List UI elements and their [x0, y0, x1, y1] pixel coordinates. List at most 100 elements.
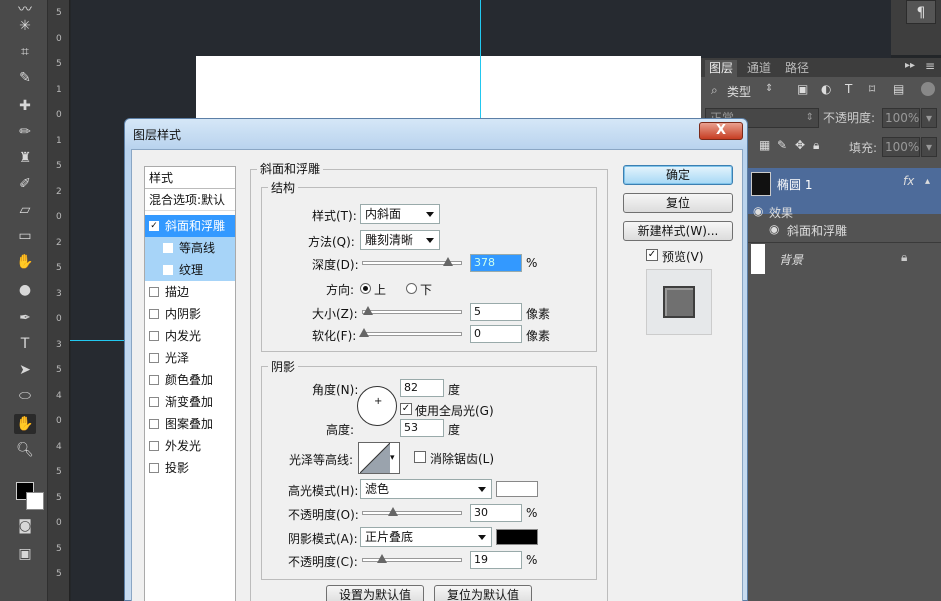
style-checkbox[interactable]	[149, 441, 159, 451]
history-brush-icon[interactable]: ✐	[14, 174, 36, 194]
fill-input[interactable]: 100%	[882, 137, 920, 157]
crop-icon[interactable]: ⌗	[14, 42, 36, 62]
direction-up-radio[interactable]	[360, 283, 371, 294]
highlight-opacity-input[interactable]: 30	[470, 504, 522, 522]
background-layer-name[interactable]: 背景	[779, 251, 803, 268]
style-checkbox[interactable]	[163, 243, 173, 253]
new-style-button[interactable]: 新建样式(W)...	[623, 221, 733, 241]
style-checkbox[interactable]	[163, 265, 173, 275]
style-select[interactable]: 内斜面	[360, 204, 440, 224]
healing-brush-icon[interactable]: ✚	[14, 96, 36, 116]
path-select-icon[interactable]: ➤	[14, 360, 36, 380]
altitude-input[interactable]: 53	[400, 419, 444, 437]
blur-icon[interactable]: ✋	[14, 252, 36, 272]
style-item[interactable]: 描边	[145, 281, 235, 303]
screen-mode-icon[interactable]: ▣	[14, 544, 36, 564]
type-filter-icon[interactable]: T	[845, 82, 852, 96]
highlight-mode-select[interactable]: 滤色	[360, 479, 492, 499]
styles-header[interactable]: 样式	[145, 167, 235, 189]
opacity-dropdown-arrow[interactable]: ▾	[921, 108, 937, 128]
style-checkbox[interactable]	[149, 375, 159, 385]
hand-tool-icon[interactable]: ✋	[14, 414, 36, 434]
lock-transparent-icon[interactable]: ▦	[759, 138, 770, 152]
reset-default-button[interactable]: 复位为默认值	[434, 585, 532, 601]
style-item[interactable]: 投影	[145, 457, 235, 479]
shadow-opacity-thumb[interactable]	[377, 554, 387, 564]
soften-slider[interactable]	[359, 328, 462, 337]
eraser-icon[interactable]: ▱	[14, 200, 36, 220]
smart-filter-icon[interactable]: ▤	[893, 82, 904, 96]
style-item[interactable]: 渐变叠加	[145, 391, 235, 413]
style-checkbox[interactable]	[149, 353, 159, 363]
adjustment-filter-icon[interactable]: ◐	[821, 82, 831, 96]
style-item[interactable]: 内发光	[145, 325, 235, 347]
shadow-mode-select[interactable]: 正片叠底	[360, 527, 492, 547]
lock-all-icon[interactable]: 🔒︎	[813, 138, 819, 153]
style-item[interactable]: 内阴影	[145, 303, 235, 325]
angle-dial[interactable]: +	[357, 386, 397, 426]
style-item[interactable]: 外发光	[145, 435, 235, 457]
depth-slider-thumb[interactable]	[443, 257, 453, 267]
style-checkbox[interactable]	[149, 331, 159, 341]
eye-icon[interactable]: ◉	[753, 204, 763, 218]
collapse-effects-icon[interactable]: ▴	[925, 176, 930, 187]
ok-button[interactable]: 确定	[623, 165, 733, 185]
eye-icon[interactable]: ◉	[769, 222, 779, 236]
shadow-opacity-slider[interactable]	[362, 554, 462, 563]
shadow-color-swatch[interactable]	[496, 529, 538, 545]
tab-channels[interactable]: 通道	[743, 60, 775, 77]
panel-collapse-icon[interactable]: ▸▸	[905, 60, 915, 71]
style-checkbox[interactable]	[149, 397, 159, 407]
style-item[interactable]: 光泽	[145, 347, 235, 369]
pixel-filter-icon[interactable]: ▣	[797, 82, 808, 96]
magic-wand-icon[interactable]: ✳	[14, 16, 36, 36]
style-item[interactable]: 等高线	[145, 237, 235, 259]
quick-mask-icon[interactable]: ◙	[14, 516, 36, 536]
style-checkbox[interactable]	[149, 419, 159, 429]
highlight-color-swatch[interactable]	[496, 481, 538, 497]
fx-icon[interactable]: fx	[903, 174, 914, 188]
technique-select[interactable]: 雕刻清晰	[360, 230, 440, 250]
blend-options-item[interactable]: 混合选项:默认	[145, 189, 235, 211]
gradient-icon[interactable]: ▭	[14, 226, 36, 246]
gloss-contour-picker[interactable]: ▾	[358, 442, 400, 474]
ellipse-icon[interactable]: ⬭	[14, 386, 36, 406]
zoom-icon[interactable]: 🔍︎	[14, 440, 36, 460]
filter-toggle[interactable]	[921, 82, 935, 96]
paragraph-icon[interactable]: ¶	[906, 0, 936, 24]
tab-layers[interactable]: 图层	[705, 60, 738, 77]
depth-slider[interactable]	[362, 257, 462, 266]
opacity-input[interactable]: 100%	[882, 108, 920, 128]
preview-checkbox[interactable]: ✓	[646, 249, 658, 261]
depth-input[interactable]: 378	[470, 254, 522, 272]
shape-filter-icon[interactable]: ⌑	[869, 82, 875, 96]
eyedropper-icon[interactable]: ✎	[14, 68, 36, 88]
type-tool-icon[interactable]: T	[14, 334, 36, 354]
style-checkbox[interactable]	[149, 309, 159, 319]
pen-icon[interactable]: ✒	[14, 308, 36, 328]
size-slider[interactable]	[362, 306, 462, 315]
clone-stamp-icon[interactable]: ♜	[14, 148, 36, 168]
style-checkbox[interactable]	[149, 463, 159, 473]
highlight-opacity-thumb[interactable]	[388, 507, 398, 517]
filter-kind-select[interactable]: 类型	[727, 83, 751, 100]
lock-paint-icon[interactable]: ✎	[777, 138, 787, 152]
close-button[interactable]: X	[699, 122, 743, 140]
fill-dropdown-arrow[interactable]: ▾	[921, 137, 937, 157]
size-slider-thumb[interactable]	[363, 306, 373, 316]
panel-menu-icon[interactable]: ≡	[925, 59, 935, 73]
make-default-button[interactable]: 设置为默认值	[326, 585, 424, 601]
size-input[interactable]: 5	[470, 303, 522, 321]
background-color-swatch[interactable]	[26, 492, 44, 510]
global-light-checkbox[interactable]: ✓	[400, 403, 412, 415]
style-checkbox[interactable]	[149, 287, 159, 297]
soften-input[interactable]: 0	[470, 325, 522, 343]
highlight-opacity-slider[interactable]	[362, 507, 462, 516]
brush-icon[interactable]: ✏	[14, 122, 36, 142]
dodge-icon[interactable]: ●	[14, 280, 36, 300]
style-item[interactable]: 纹理	[145, 259, 235, 281]
antialias-checkbox[interactable]	[414, 451, 426, 463]
tab-paths[interactable]: 路径	[781, 60, 813, 77]
shadow-opacity-input[interactable]: 19	[470, 551, 522, 569]
reset-button[interactable]: 复位	[623, 193, 733, 213]
